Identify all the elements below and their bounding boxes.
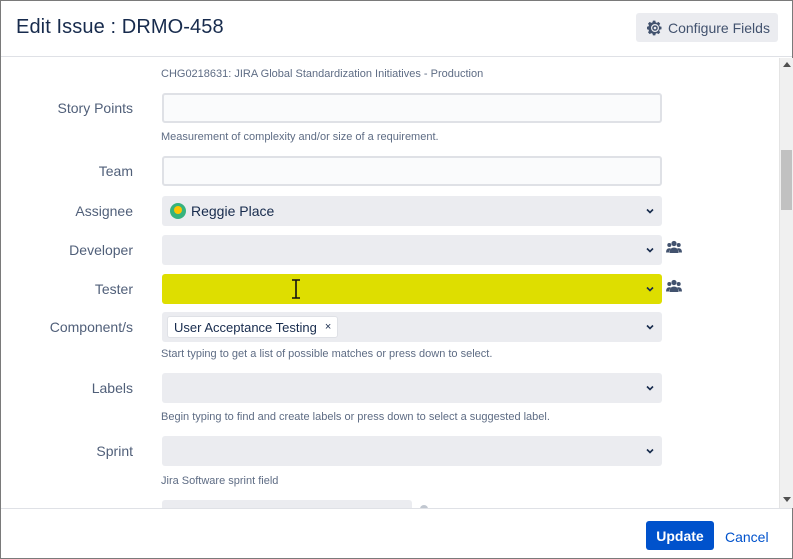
edit-issue-dialog: Edit Issue : DRMO-458 Configure Fields C… — [0, 0, 793, 559]
chevron-down-icon — [646, 385, 654, 391]
developer-label: Developer — [69, 242, 133, 258]
dialog-body: CHG0218631: JIRA Global Standardization … — [1, 58, 780, 508]
chevron-down-icon — [646, 448, 654, 454]
tester-group-picker-icon[interactable] — [666, 279, 682, 293]
tester-select[interactable] — [162, 274, 662, 304]
scrollbar-thumb[interactable] — [781, 150, 792, 210]
chevron-down-icon — [646, 208, 654, 214]
assignee-label: Assignee — [75, 203, 133, 219]
story-points-input[interactable] — [162, 93, 662, 123]
cancel-link[interactable]: Cancel — [725, 529, 769, 545]
tester-label: Tester — [94, 281, 133, 297]
avatar — [170, 203, 186, 219]
sprint-label: Sprint — [96, 443, 133, 459]
scroll-up-arrow-icon[interactable] — [783, 62, 791, 67]
story-points-label: Story Points — [57, 100, 133, 116]
chevron-down-icon — [646, 286, 654, 292]
dialog-header: Edit Issue : DRMO-458 Configure Fields — [1, 1, 792, 57]
chevron-down-icon — [646, 324, 654, 330]
configure-fields-button[interactable]: Configure Fields — [636, 13, 778, 42]
component-tag: User Acceptance Testing × — [167, 316, 339, 338]
developer-select[interactable] — [162, 235, 662, 265]
change-request-description: CHG0218631: JIRA Global Standardization … — [161, 68, 484, 80]
dialog-title: Edit Issue : DRMO-458 — [16, 16, 224, 38]
scrollbar[interactable] — [779, 58, 793, 508]
text-cursor-icon — [292, 279, 300, 299]
labels-description: Begin typing to find and create labels o… — [161, 411, 550, 423]
sprint-description: Jira Software sprint field — [161, 475, 279, 487]
sprint-select[interactable] — [162, 436, 662, 466]
team-input[interactable] — [162, 156, 662, 186]
developer-group-picker-icon[interactable] — [666, 240, 682, 254]
assignee-select[interactable]: Reggie Place — [162, 196, 662, 226]
dialog-footer: Update Cancel — [1, 508, 792, 558]
labels-label: Labels — [91, 380, 133, 396]
components-description: Start typing to get a list of possible m… — [161, 348, 493, 360]
chevron-down-icon — [646, 247, 654, 253]
labels-select[interactable] — [162, 373, 662, 403]
story-points-description: Measurement of complexity and/or size of… — [161, 131, 439, 143]
assignee-value: Reggie Place — [191, 203, 275, 219]
components-label: Component/s — [49, 319, 133, 335]
components-select[interactable]: User Acceptance Testing × — [162, 312, 662, 342]
team-label: Team — [98, 163, 133, 179]
partially-visible-field[interactable] — [162, 500, 412, 508]
component-tag-label: User Acceptance Testing — [174, 319, 317, 335]
gear-icon — [647, 20, 662, 35]
configure-fields-label: Configure Fields — [668, 19, 770, 36]
remove-component-icon[interactable]: × — [325, 321, 331, 333]
scroll-down-arrow-icon[interactable] — [783, 497, 791, 502]
update-button[interactable]: Update — [646, 521, 714, 550]
